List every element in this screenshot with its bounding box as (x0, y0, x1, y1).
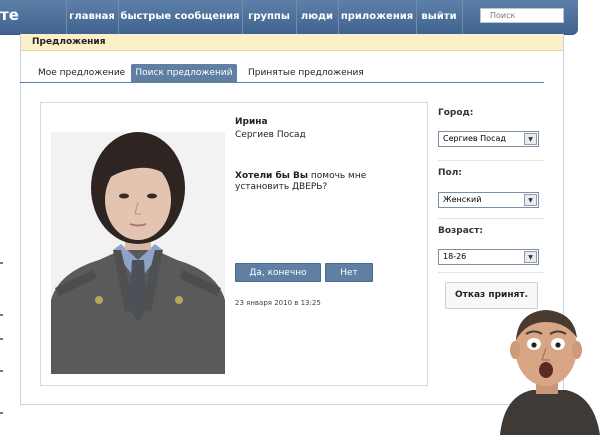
gender-select[interactable]: Женский ▼ (438, 192, 539, 208)
site-logo[interactable]: те (0, 6, 19, 24)
age-select-value: 18-26 (443, 252, 467, 261)
nav-item-quick-messages[interactable]: быстрые сообщения (118, 0, 242, 34)
tab-search-offers[interactable]: Поиск предложений (131, 64, 237, 82)
section-title: Предложения (21, 34, 563, 51)
nav-item-logout[interactable]: выйти (416, 0, 462, 34)
top-navigation-bar: те главная быстрые сообщения группы люди… (0, 0, 578, 35)
chevron-down-icon[interactable]: ▼ (524, 251, 537, 263)
nav-item-groups[interactable]: группы (242, 0, 296, 34)
nav-item-home[interactable]: главная (66, 0, 118, 34)
nav-item-people[interactable]: люди (296, 0, 338, 34)
decline-button[interactable]: Нет (325, 263, 373, 282)
city-select[interactable]: Сергиев Посад ▼ (438, 131, 539, 147)
city-filter-label: Город: (438, 108, 474, 118)
offer-card: Ирина Сергиев Посад Хотели бы Вы помочь … (40, 102, 428, 386)
chevron-down-icon[interactable]: ▼ (524, 133, 537, 145)
offer-question-bold: Хотели бы Вы (235, 171, 309, 181)
offer-date: 23 января 2010 в 13:25 (235, 299, 321, 307)
gender-select-value: Женский (443, 195, 482, 204)
reaction-image (494, 300, 600, 435)
offer-author-city: Сергиев Посад (235, 130, 306, 140)
tab-my-offer[interactable]: Мое предложение (38, 64, 125, 82)
age-select[interactable]: 18-26 ▼ (438, 249, 539, 265)
nav-item-apps[interactable]: приложения (338, 0, 416, 34)
profile-photo[interactable] (51, 132, 225, 374)
age-filter-label: Возраст: (438, 226, 483, 236)
accept-button[interactable]: Да, конечно (235, 263, 321, 282)
tab-accepted-offers[interactable]: Принятые предложения (248, 64, 364, 82)
offer-author-name[interactable]: Ирина (235, 117, 268, 127)
filter-divider (438, 272, 544, 273)
gender-filter-label: Пол: (438, 168, 462, 178)
nav-divider (462, 0, 463, 34)
tab-underline (20, 82, 544, 83)
filter-divider (438, 218, 544, 219)
city-select-value: Сергиев Посад (443, 134, 506, 143)
offer-question: Хотели бы Вы помочь мне установить ДВЕРЬ… (235, 171, 419, 193)
chevron-down-icon[interactable]: ▼ (524, 194, 537, 206)
search-input[interactable]: Поиск (480, 8, 564, 23)
filter-divider (438, 160, 544, 161)
